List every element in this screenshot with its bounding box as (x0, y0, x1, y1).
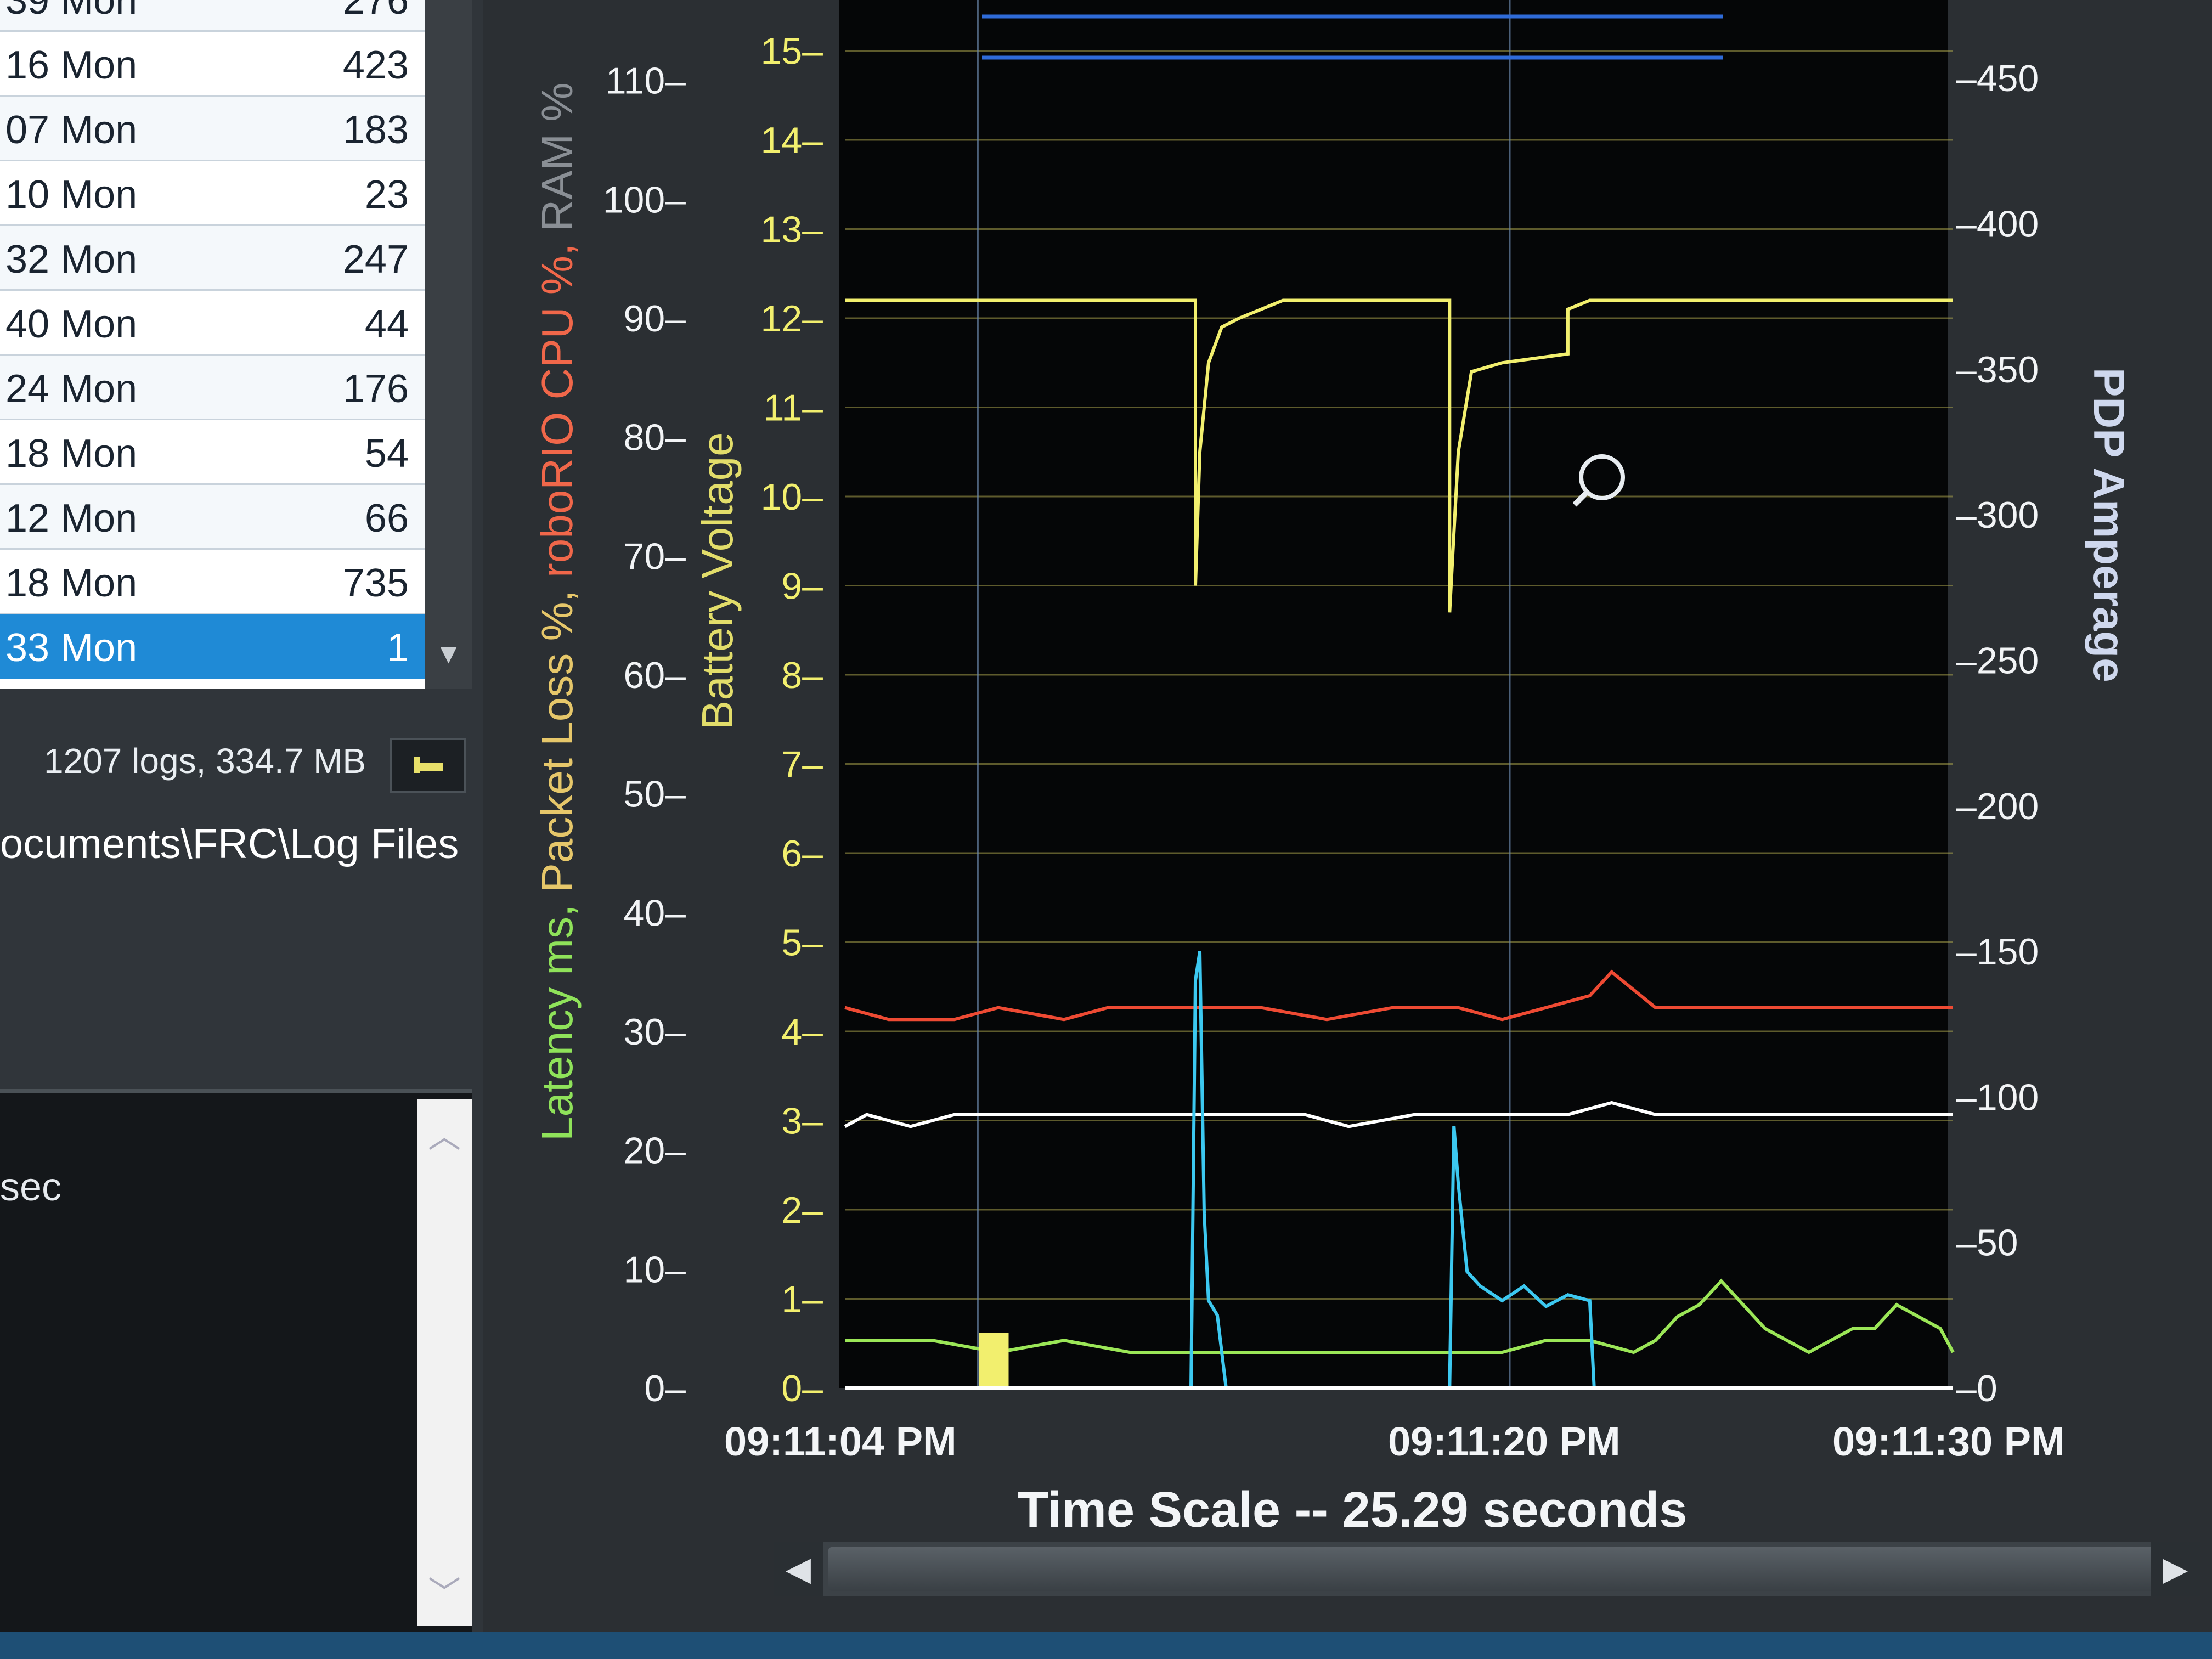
taskbar (0, 1632, 2212, 1659)
amperage-tick-label: –50 (1956, 1222, 2018, 1264)
amperage-tick-label: –0 (1956, 1368, 1997, 1409)
voltage-tick-label: 7– (781, 744, 823, 786)
pdp-amperage-axis-title: PDP Amperage (2085, 368, 2134, 682)
amperage-tick-label: –300 (1956, 494, 2039, 536)
amperage-tick-label: –350 (1956, 349, 2039, 391)
voltage-tick-label: 5– (781, 922, 823, 964)
percent-tick-label: 40– (624, 892, 686, 934)
amperage-tick-label: –250 (1956, 640, 2039, 681)
plot-area[interactable] (839, 0, 1948, 1388)
percent-tick-label: 20– (624, 1130, 686, 1172)
amperage-tick-label: –200 (1956, 786, 2039, 827)
percent-tick-label: 70– (624, 535, 686, 577)
voltage-tick-label: 11– (764, 387, 823, 429)
voltage-tick-label: 2– (781, 1189, 823, 1231)
time-scale-label: Time Scale -- 25.29 seconds (1018, 1482, 1688, 1538)
percent-tick-label: 100– (603, 179, 686, 221)
voltage-tick-label: 8– (781, 654, 823, 696)
voltage-tick-label: 6– (781, 833, 823, 874)
percent-tick-label: 110– (606, 60, 686, 102)
percent-tick-label: 80– (624, 417, 686, 459)
voltage-tick-label: 14– (761, 120, 823, 161)
voltage-tick-label: 10– (761, 476, 823, 518)
voltage-tick-label: 15– (761, 31, 823, 72)
left-axis-title: Latency ms, Packet Loss %, roboRIO CPU %… (532, 82, 583, 1141)
scroll-left-icon[interactable]: ◀ (774, 1542, 823, 1596)
voltage-tick-label: 13– (761, 209, 823, 251)
percent-tick-label: 0– (644, 1368, 686, 1409)
percent-tick-label: 30– (624, 1011, 686, 1053)
voltage-tick-label: 9– (781, 566, 823, 607)
amperage-tick-label: –150 (1956, 931, 2039, 973)
amperage-tick-label: –450 (1956, 58, 2039, 99)
percent-tick-label: 10– (624, 1249, 686, 1290)
log-chart[interactable]: 0– 10– 20– 30– 40– 50– 60– 70– 80– 90– 100– 110– 0– 1… (0, 0, 2212, 1659)
series-packet-loss (979, 1333, 1009, 1390)
percent-tick-label: 90– (624, 298, 686, 340)
time-scrollbar-thumb[interactable] (828, 1547, 2156, 1591)
amperage-tick-label: –400 (1956, 204, 2039, 245)
left-axis-title-part: Packet Loss %, (533, 577, 582, 893)
left-axis-title-part: Latency ms, (533, 892, 582, 1141)
time-label-mid: 09:11:20 PM (1388, 1419, 1621, 1464)
battery-voltage-axis-title: Battery Voltage (693, 432, 742, 730)
amperage-tick-label: –100 (1956, 1076, 2039, 1118)
left-axis-title-part: roboRIO CPU %, (533, 231, 582, 578)
voltage-tick-label: 0– (781, 1368, 823, 1409)
voltage-tick-label: 1– (781, 1279, 823, 1321)
time-scrollbar[interactable]: ◀ ▶ (774, 1542, 2200, 1596)
percent-tick-label: 60– (624, 654, 686, 696)
scroll-right-icon[interactable]: ▶ (2151, 1542, 2200, 1596)
voltage-tick-label: 3– (781, 1101, 823, 1142)
time-label-end: 09:11:30 PM (1832, 1419, 2065, 1464)
percent-tick-label: 50– (624, 774, 686, 815)
voltage-tick-label: 12– (761, 298, 823, 340)
voltage-tick-label: 4– (781, 1011, 823, 1053)
left-axis-title-part: RAM % (533, 82, 582, 232)
time-label-start: 09:11:04 PM (724, 1419, 957, 1464)
